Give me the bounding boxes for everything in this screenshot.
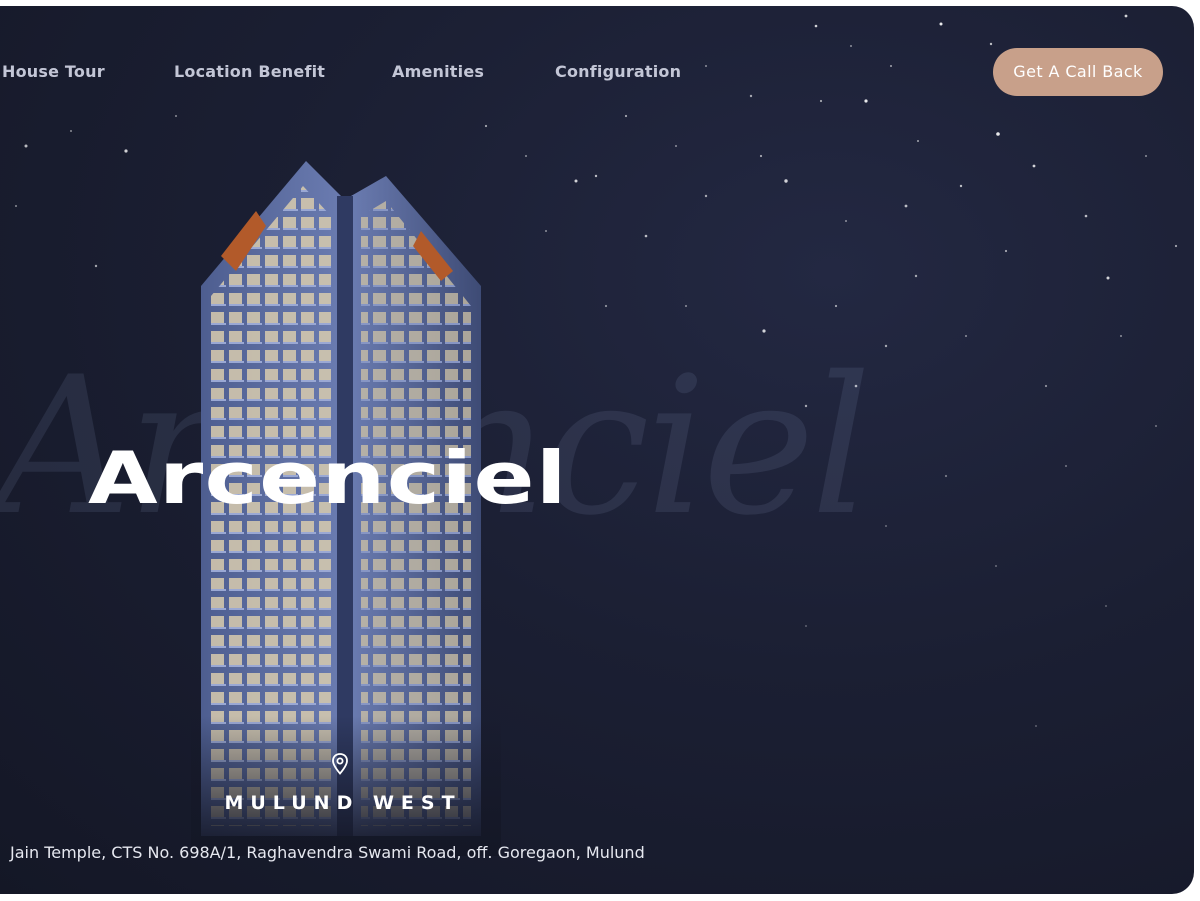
location-label: MULUND WEST bbox=[224, 792, 462, 814]
nav-amenities[interactable]: Amenities bbox=[392, 62, 484, 81]
hero-section: Arcenciel bbox=[0, 6, 1194, 894]
get-call-back-button[interactable]: Get A Call Back bbox=[993, 48, 1163, 96]
nav-configuration[interactable]: Configuration bbox=[555, 62, 681, 81]
top-navigation: House Tour Location Benefit Amenities Co… bbox=[0, 6, 1194, 146]
brand-title: Arcenciel bbox=[88, 436, 568, 520]
nav-location-benefit[interactable]: Location Benefit bbox=[174, 62, 325, 81]
map-pin-icon bbox=[332, 753, 348, 775]
nav-house-tour[interactable]: House Tour bbox=[2, 62, 105, 81]
address-text: Jain Temple, CTS No. 698A/1, Raghavendra… bbox=[10, 843, 645, 862]
